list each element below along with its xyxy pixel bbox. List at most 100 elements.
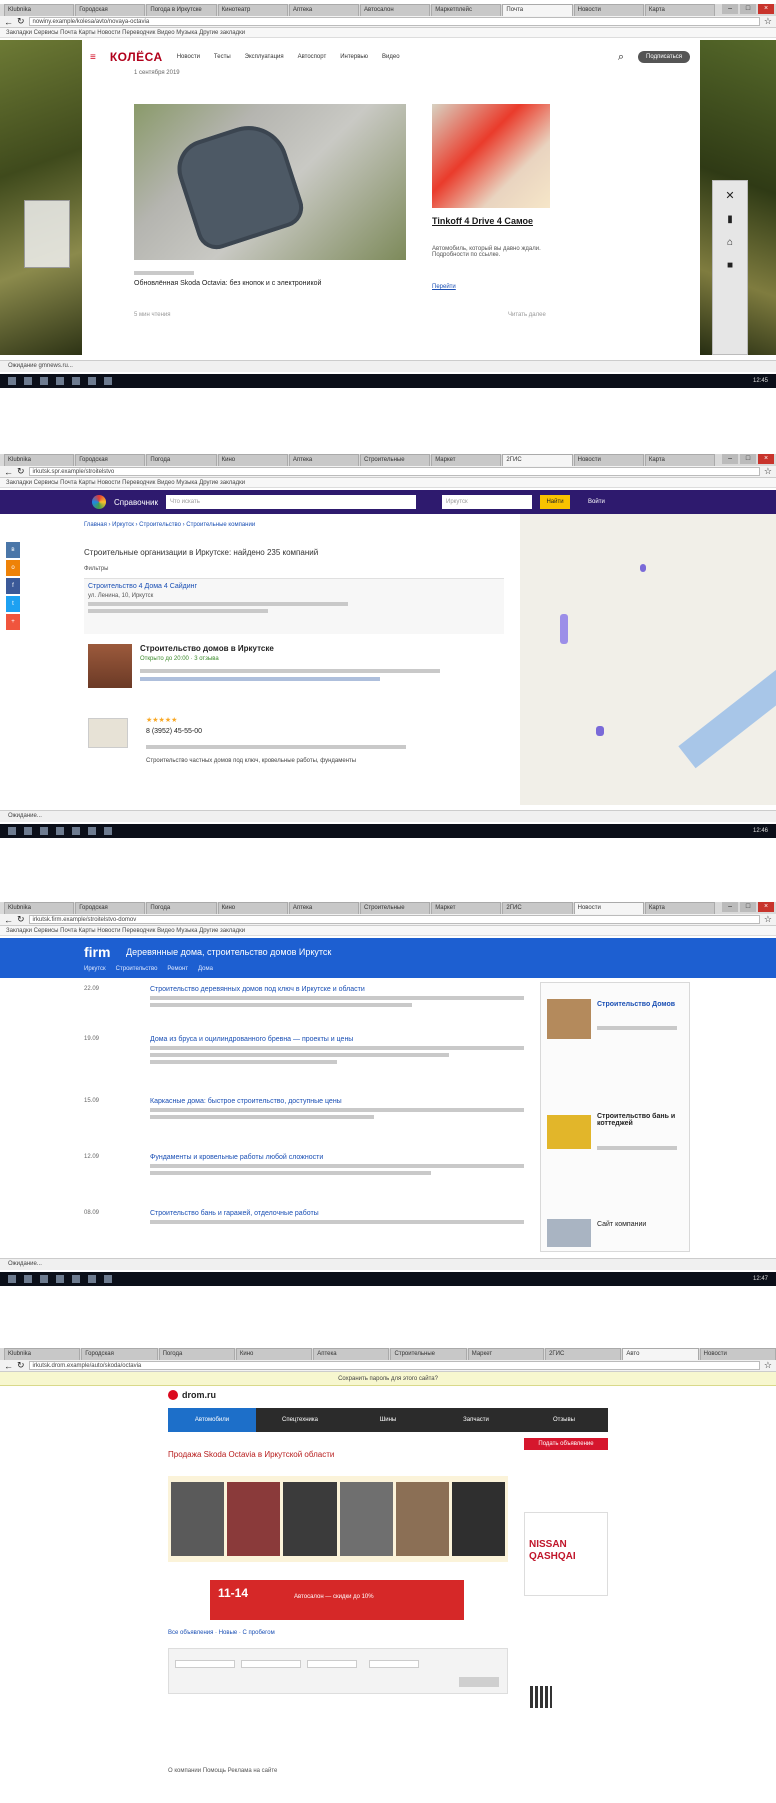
fb-icon[interactable]: f <box>6 578 20 594</box>
home-icon[interactable]: ⌂ <box>727 237 733 248</box>
app-icon[interactable] <box>88 827 96 835</box>
explorer-icon[interactable] <box>40 1275 48 1283</box>
list-item[interactable]: 12.09 Фундаменты и кровельные работы люб… <box>84 1154 524 1210</box>
browser-tab[interactable]: Новости <box>699 1348 776 1360</box>
back-icon[interactable]: ← <box>4 467 13 477</box>
list-item[interactable]: 15.09 Каркасные дома: быстрое строительс… <box>84 1098 524 1154</box>
browser-tab[interactable]: 2ГИС <box>502 902 573 914</box>
ad-title[interactable]: Tinkoff 4 Drive 4 Самое <box>432 216 552 226</box>
card-links[interactable] <box>140 677 380 681</box>
url-input[interactable]: irkutsk.firm.example/stroitelstvo-domov <box>28 915 760 924</box>
browser-tab[interactable]: Городская <box>81 1348 158 1360</box>
minimize-icon[interactable]: – <box>722 4 739 14</box>
maximize-icon[interactable]: □ <box>740 902 757 912</box>
header-tab[interactable]: Дома <box>198 966 213 972</box>
back-icon[interactable]: ← <box>4 915 13 925</box>
ad-image[interactable] <box>432 104 550 208</box>
nav-item[interactable]: Отзывы <box>520 1408 608 1432</box>
browser-icon[interactable] <box>56 1275 64 1283</box>
logo-icon[interactable] <box>168 1390 178 1400</box>
item-title[interactable]: Каркасные дома: быстрое строительство, д… <box>150 1098 524 1105</box>
login-link[interactable]: Войти <box>588 499 605 505</box>
search-icon[interactable] <box>24 827 32 835</box>
car-photo[interactable] <box>134 104 406 260</box>
search-button[interactable] <box>459 1677 499 1687</box>
subscribe-button[interactable]: Подписаться <box>638 51 690 63</box>
browser-tab[interactable]: Погода <box>146 902 217 914</box>
browser-tab[interactable]: Карта <box>644 4 716 16</box>
search-button[interactable]: Найти <box>540 495 570 509</box>
browser-tab[interactable]: Маркет <box>431 454 502 466</box>
browser-tab[interactable]: Погода в Иркутске <box>146 4 217 16</box>
browser-tab[interactable]: Маркет <box>431 902 502 914</box>
side-widget[interactable] <box>24 200 70 268</box>
browser-tab-active[interactable]: Почта <box>502 4 573 16</box>
reload-icon[interactable]: ↻ <box>17 914 25 925</box>
car-thumbnail[interactable] <box>171 1482 225 1556</box>
browser-tab[interactable]: Новости <box>573 4 644 16</box>
ok-icon[interactable]: о <box>6 560 20 576</box>
url-input[interactable]: nowiny.example/kolesa/avto/novaya-octavi… <box>28 17 760 26</box>
browser-tab[interactable]: Новости <box>573 454 644 466</box>
url-input[interactable]: irkutsk.spr.example/stroitelstvo <box>28 467 760 476</box>
browser-tab[interactable]: Городская <box>75 902 146 914</box>
card-title[interactable]: Строительство 4 Дома 4 Сайдинг <box>88 583 500 590</box>
header-tab[interactable]: Ремонт <box>167 966 188 972</box>
nav-item[interactable]: Автоспорт <box>298 54 327 60</box>
twitter-icon[interactable]: t <box>6 596 20 612</box>
browser-tab[interactable]: Автосалон <box>360 4 431 16</box>
nav-item[interactable]: Спецтехника <box>256 1408 344 1432</box>
site-logo[interactable]: drom.ru <box>182 1390 216 1400</box>
briefcase-icon[interactable]: ■ <box>727 260 733 271</box>
maximize-icon[interactable]: □ <box>740 454 757 464</box>
browser-tab[interactable]: Карта <box>644 902 716 914</box>
listing-card[interactable]: ★★★★★ 8 (3952) 45-55-00 Строительство ча… <box>84 714 504 784</box>
browser-tab[interactable]: Городская <box>75 4 146 16</box>
nav-item[interactable]: Новости <box>177 54 200 60</box>
minimize-icon[interactable]: – <box>722 454 739 464</box>
browser-tab-active[interactable]: Новости <box>573 902 644 914</box>
map-panel[interactable] <box>520 514 776 805</box>
app-icon[interactable] <box>88 377 96 385</box>
footer-links[interactable]: О компании Помощь Реклама на сайте <box>168 1768 277 1774</box>
app-icon[interactable] <box>72 1275 80 1283</box>
article-headline[interactable]: Обновлённая Skoda Octavia: без кнопок и … <box>134 280 414 287</box>
close-icon[interactable]: × <box>758 454 775 464</box>
app-icon[interactable] <box>104 377 112 385</box>
maximize-icon[interactable]: □ <box>740 4 757 14</box>
bookmarks-bar[interactable]: Закладки Сервисы Почта Карты Новости Пер… <box>0 478 776 488</box>
app-icon[interactable] <box>72 827 80 835</box>
promo-banner[interactable]: 11-14 Автосалон — скидки до 10% <box>210 1580 464 1620</box>
item-title[interactable]: Строительство бань и гаражей, отделочные… <box>150 1210 524 1217</box>
back-icon[interactable]: ← <box>4 17 13 27</box>
back-icon[interactable]: ← <box>4 1361 13 1371</box>
map-pin[interactable] <box>596 726 604 736</box>
qr-code[interactable] <box>530 1686 552 1708</box>
sidebar-title[interactable]: Строительство Домов <box>597 1001 687 1008</box>
browser-icon[interactable] <box>56 377 64 385</box>
browser-tab[interactable]: Маркетплейс <box>431 4 502 16</box>
listing-card[interactable]: Строительство 4 Дома 4 Сайдинг ул. Ленин… <box>84 578 504 634</box>
browser-tab[interactable]: 2ГИС <box>545 1348 622 1360</box>
explorer-icon[interactable] <box>40 377 48 385</box>
house-photo[interactable] <box>88 644 132 688</box>
browser-tab[interactable]: Погода <box>158 1348 235 1360</box>
excavator-photo[interactable] <box>547 1115 591 1149</box>
windows-icon[interactable] <box>8 827 16 835</box>
browser-tab[interactable]: Кинотеатр <box>217 4 288 16</box>
explorer-icon[interactable] <box>40 827 48 835</box>
car-thumbnail[interactable] <box>339 1482 393 1556</box>
filters-label[interactable]: Фильтры <box>84 566 108 572</box>
browser-tab[interactable]: Строительные <box>360 902 431 914</box>
share-icon[interactable]: + <box>6 614 20 630</box>
post-ad-button[interactable]: Подать объявление <box>524 1438 608 1450</box>
star-icon[interactable]: ☆ <box>764 16 772 27</box>
sidebar-title[interactable]: Сайт компании <box>597 1221 687 1228</box>
reload-icon[interactable]: ↻ <box>17 1360 25 1371</box>
browser-tab[interactable]: Кино <box>235 1348 313 1360</box>
phone-number[interactable]: 8 (3952) 45-55-00 <box>146 728 202 735</box>
browser-tab[interactable]: Строительные <box>360 454 431 466</box>
browser-tab[interactable]: Klubnika <box>4 454 75 466</box>
app-icon[interactable] <box>104 827 112 835</box>
browser-tab-active[interactable]: Авто <box>622 1348 699 1360</box>
